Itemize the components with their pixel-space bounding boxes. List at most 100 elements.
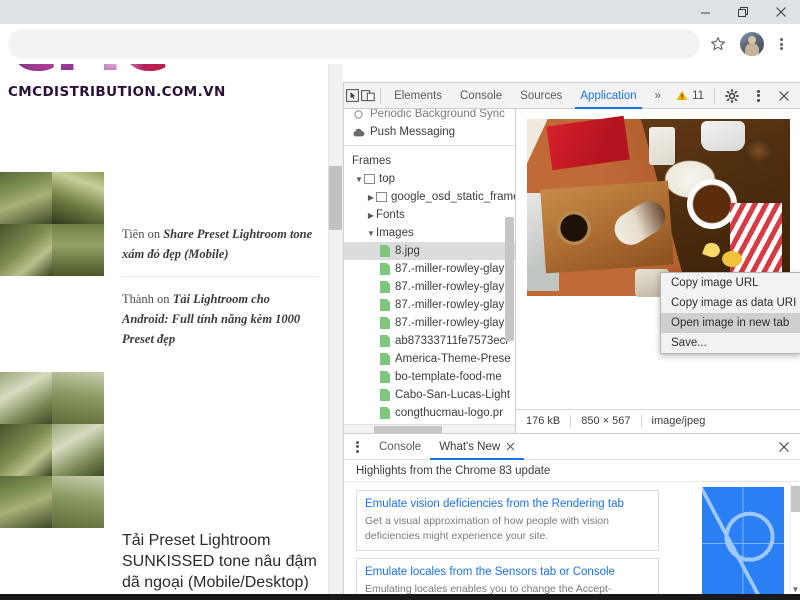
logo-text: CMC bbox=[8, 64, 208, 82]
drawer-right-controls bbox=[771, 434, 800, 460]
close-button[interactable] bbox=[762, 0, 800, 24]
photo-thumbnail[interactable] bbox=[0, 172, 52, 224]
divider bbox=[344, 145, 515, 146]
tree-node-google-osd-static-frame[interactable]: ▶ google_osd_static_frame bbox=[344, 188, 515, 206]
tree-file-item[interactable]: 87.-miller-rowley-glay bbox=[344, 278, 515, 296]
page-scrollbar[interactable] bbox=[328, 64, 343, 600]
photo-thumbnail[interactable] bbox=[52, 224, 104, 276]
devtools-menu-icon[interactable] bbox=[745, 83, 771, 109]
drawer-close-icon[interactable] bbox=[771, 434, 797, 460]
tree-item-label: Periodic Background Sync bbox=[370, 109, 505, 120]
devtools-toolbar-right: 11 bbox=[670, 83, 800, 109]
inspect-element-icon[interactable] bbox=[344, 83, 360, 109]
warning-badge[interactable]: 11 bbox=[670, 90, 710, 102]
application-sidebar-tree[interactable]: Periodic Background Sync Push Messaging … bbox=[344, 109, 516, 435]
star-icon[interactable] bbox=[706, 32, 730, 56]
whats-new-card-title[interactable]: Emulate vision deficiencies from the Ren… bbox=[365, 496, 650, 513]
tree-vertical-scrollbar[interactable] bbox=[505, 217, 514, 341]
tab-elements[interactable]: Elements bbox=[385, 83, 451, 109]
photo-thumbnail[interactable] bbox=[0, 224, 52, 276]
drawer-tab-label: What's New bbox=[439, 440, 501, 453]
tab-close-icon bbox=[506, 442, 515, 451]
more-tabs-button[interactable]: » bbox=[646, 83, 670, 109]
tab-application[interactable]: Application bbox=[571, 83, 645, 109]
twisty-icon[interactable]: ▼ bbox=[354, 175, 364, 184]
comment-item: Tiên on Share Preset Lightroom tone xám … bbox=[122, 224, 318, 265]
photo-thumbnail[interactable] bbox=[52, 476, 104, 528]
tree-file-item[interactable]: 8.jpg bbox=[344, 242, 515, 260]
avatar[interactable] bbox=[740, 32, 764, 56]
file-icon bbox=[380, 263, 390, 275]
drawer-menu-icon[interactable] bbox=[344, 434, 370, 460]
tree-node-images[interactable]: ▼ Images bbox=[344, 224, 515, 242]
device-toolbar-icon[interactable] bbox=[360, 83, 376, 109]
drawer-scrollbar-thumb[interactable] bbox=[791, 486, 800, 512]
image-dimensions: 850 × 567 bbox=[581, 414, 631, 427]
whats-new-card[interactable]: Emulate vision deficiencies from the Ren… bbox=[356, 490, 659, 552]
image-preview[interactable] bbox=[527, 115, 790, 297]
page-scrollbar-thumb[interactable] bbox=[329, 166, 342, 230]
tree-file-label: congthucmau-logo.pr bbox=[395, 407, 504, 419]
file-icon bbox=[380, 281, 390, 293]
cloud-icon bbox=[353, 128, 365, 136]
photo-thumbnail[interactable] bbox=[52, 172, 104, 224]
tree-file-label: 8.jpg bbox=[395, 245, 420, 257]
tab-console[interactable]: Console bbox=[451, 83, 511, 109]
tree-file-item[interactable]: Cabo-San-Lucas-Light bbox=[344, 386, 515, 404]
tree-horizontal-scrollbar-thumb[interactable] bbox=[374, 426, 442, 433]
tree-file-item[interactable]: bo-template-food-me bbox=[344, 368, 515, 386]
minimize-button[interactable] bbox=[686, 0, 724, 24]
photo-thumbnail[interactable] bbox=[52, 372, 104, 424]
twisty-icon[interactable]: ▶ bbox=[366, 193, 376, 202]
drawer-tab-whats-new[interactable]: What's New bbox=[430, 434, 525, 460]
tree-item-periodic-background-sync[interactable]: Periodic Background Sync bbox=[344, 109, 515, 123]
mime-type: image/jpeg bbox=[651, 414, 706, 427]
photo-thumbnail[interactable] bbox=[0, 476, 52, 528]
divider bbox=[122, 275, 318, 277]
tree-item-push-messaging[interactable]: Push Messaging bbox=[344, 123, 515, 141]
tree-file-label: bo-template-food-me bbox=[395, 371, 502, 383]
comment-author: Tiên on bbox=[122, 227, 164, 241]
frame-icon bbox=[364, 174, 375, 184]
frame-icon bbox=[376, 192, 387, 202]
photo-thumbnail[interactable] bbox=[0, 372, 52, 424]
file-icon bbox=[380, 299, 390, 311]
tree-file-item[interactable]: 87.-miller-rowley-glay bbox=[344, 260, 515, 278]
context-menu-item-save[interactable]: Save... bbox=[661, 333, 800, 353]
tree-file-item[interactable]: America-Theme-Prese bbox=[344, 350, 515, 368]
devtools-drawer: Console What's New Highlights from the C… bbox=[344, 433, 800, 600]
kebab-menu-icon[interactable] bbox=[770, 32, 792, 56]
drawer-tab-label: Console bbox=[379, 440, 422, 453]
whats-new-card-title[interactable]: Emulate locales from the Sensors tab or … bbox=[365, 564, 650, 581]
tree-node-top[interactable]: ▼ top bbox=[344, 170, 515, 188]
tree-file-item[interactable]: 87.-miller-rowley-glay bbox=[344, 314, 515, 332]
article-title[interactable]: Tải Preset Lightroom SUNKISSED tone nâu … bbox=[122, 530, 318, 593]
tree-node-fonts[interactable]: ▶ Fonts bbox=[344, 206, 515, 224]
tree-file-label: 87.-miller-rowley-glay bbox=[395, 281, 505, 293]
tab-sources[interactable]: Sources bbox=[511, 83, 571, 109]
devtools-close-icon[interactable] bbox=[771, 83, 797, 109]
tree-file-label: America-Theme-Prese bbox=[395, 353, 511, 365]
image-context-menu: Copy image URL Copy image as data URI Op… bbox=[660, 272, 800, 354]
tree-file-item[interactable]: ab87333711fe7573ecl bbox=[344, 332, 515, 350]
context-menu-item-copy-image-as-data-uri[interactable]: Copy image as data URI bbox=[661, 293, 800, 313]
tree-file-item[interactable]: 87.-miller-rowley-glay bbox=[344, 296, 515, 314]
tree-item-label: Push Messaging bbox=[370, 126, 456, 138]
twisty-icon[interactable]: ▶ bbox=[366, 211, 376, 220]
file-size: 176 kB bbox=[526, 414, 561, 427]
context-menu-item-copy-image-url[interactable]: Copy image URL bbox=[661, 273, 800, 293]
tree-file-label: ab87333711fe7573ecl bbox=[395, 335, 508, 347]
gear-icon[interactable] bbox=[719, 83, 745, 109]
maximize-button[interactable] bbox=[724, 0, 762, 24]
address-bar[interactable] bbox=[8, 29, 700, 59]
context-menu-item-open-image-in-new-tab[interactable]: Open image in new tab bbox=[661, 313, 800, 333]
screenshot-root: CMC CMCDISTRIBUTION.COM.VN Tiên on Share… bbox=[0, 0, 800, 600]
divider bbox=[570, 414, 572, 427]
photo-thumbnail[interactable] bbox=[0, 424, 52, 476]
whats-new-list: Emulate vision deficiencies from the Ren… bbox=[344, 482, 800, 600]
tree-file-item[interactable]: congthucmau-logo.pr bbox=[344, 404, 515, 422]
photo-thumbnail[interactable] bbox=[52, 424, 104, 476]
tree-node-label: Fonts bbox=[376, 209, 405, 221]
drawer-tab-console[interactable]: Console bbox=[370, 434, 430, 460]
twisty-icon[interactable]: ▼ bbox=[366, 229, 376, 238]
